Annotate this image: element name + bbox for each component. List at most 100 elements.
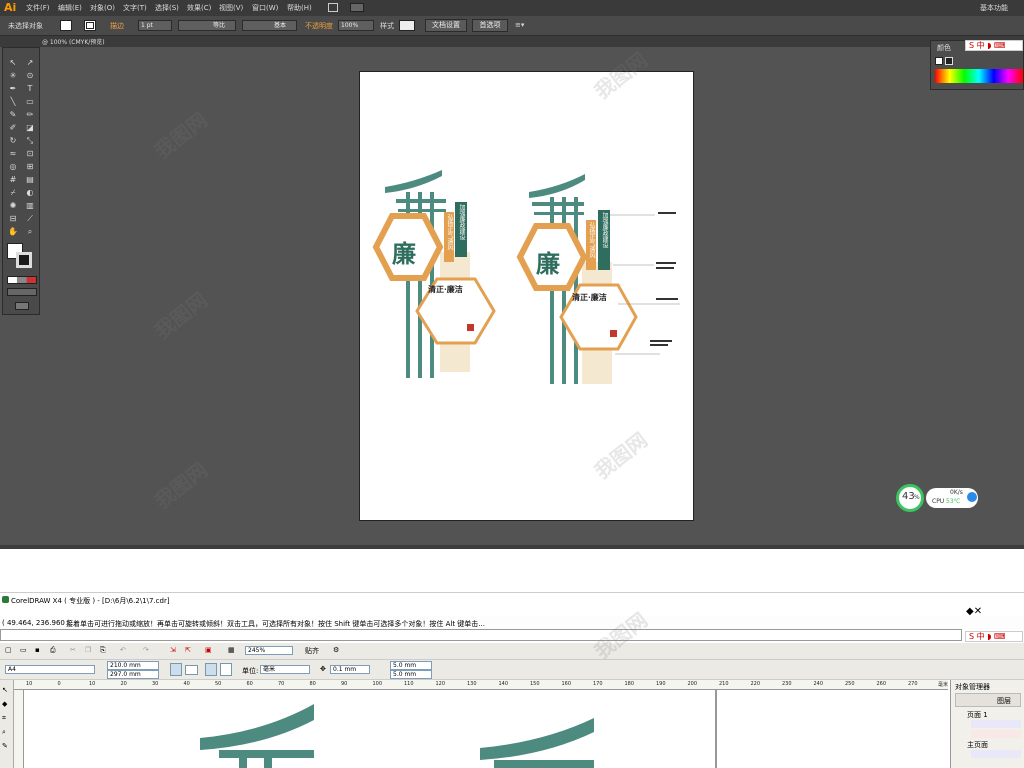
preferences-button[interactable]: 首选项 [472, 19, 508, 32]
line-tool-icon[interactable]: ╲ [6, 96, 20, 107]
fill-swatch[interactable] [60, 20, 72, 31]
nudge-field[interactable]: 0.1 mm [330, 665, 370, 674]
units-select[interactable]: 毫米 [260, 665, 310, 674]
freehand-tool-icon[interactable]: ✎ [2, 742, 8, 750]
object-manager-toolbar[interactable] [955, 693, 1021, 707]
graph-tool-icon[interactable]: ▥ [23, 200, 37, 211]
arrange-icon[interactable] [350, 3, 364, 12]
duplicate-y-field[interactable]: 5.0 mm [390, 670, 432, 679]
master-page-node[interactable]: 主页面 [967, 740, 988, 750]
eraser-icon[interactable]: ◪ [23, 122, 37, 133]
color-spectrum[interactable] [935, 69, 1023, 83]
opacity-field[interactable]: 100% [338, 20, 374, 31]
menu-type[interactable]: 文字(T) [123, 3, 147, 13]
color-panel-tab[interactable]: 颜色 [937, 43, 951, 53]
menu-help[interactable]: 帮助(H) [287, 3, 312, 13]
new-icon[interactable]: ▢ [5, 646, 12, 654]
free-transform-icon[interactable]: ⊡ [23, 148, 37, 159]
export-icon[interactable]: ⇱ [185, 646, 191, 654]
color-panel-stroke-swatch[interactable] [945, 57, 953, 65]
page-size-select[interactable]: A4 [5, 665, 95, 674]
symbol-sprayer-icon[interactable]: ✺ [6, 200, 20, 211]
mesh-tool-icon[interactable]: # [6, 174, 20, 185]
slice-tool-icon[interactable]: ⟋ [23, 213, 37, 224]
eyedropper-icon[interactable]: ⌿ [6, 187, 20, 198]
duplicate-x-field[interactable]: 5.0 mm [390, 661, 432, 670]
import-icon[interactable]: ⇲ [170, 646, 176, 654]
layer-row-2[interactable] [971, 730, 1021, 738]
blend-tool-icon[interactable]: ◐ [23, 187, 37, 198]
ime-toolbar-bottom[interactable]: S 中 ◗ ⌨ [965, 631, 1023, 642]
draw-mode-icon[interactable] [7, 288, 37, 296]
snap-to-menu[interactable]: 贴齐 [305, 646, 319, 656]
portrait-button[interactable] [170, 663, 182, 676]
menu-select[interactable]: 选择(S) [155, 3, 179, 13]
copy-icon[interactable]: ❐ [85, 646, 91, 654]
stroke-swatch[interactable] [84, 20, 96, 31]
layer-row-1[interactable] [971, 720, 1021, 728]
doc-tab[interactable]: @ 100% (CMYK/预览) [42, 37, 105, 46]
shape-tool-icon[interactable]: ◆ [2, 700, 7, 708]
style-swatch[interactable] [399, 20, 415, 31]
cut-icon[interactable]: ✂ [70, 646, 76, 654]
align-menu-icon[interactable]: ≡▾ [515, 21, 524, 29]
magic-wand-icon[interactable]: ✳ [6, 70, 20, 81]
all-pages-button[interactable] [205, 663, 217, 676]
pencil-icon[interactable]: ✏ [23, 109, 37, 120]
layer-row-3[interactable] [971, 750, 1021, 758]
warp-tool-icon[interactable]: ≈ [6, 148, 20, 159]
page-1-node[interactable]: 页面 1 [967, 710, 988, 720]
color-panel-fill-swatch[interactable] [935, 57, 943, 65]
rectangle-tool-icon[interactable]: ▭ [23, 96, 37, 107]
color-mode-icon[interactable] [7, 276, 37, 284]
screen-mode-icon[interactable] [15, 302, 29, 310]
cdr-text-entry[interactable] [0, 629, 962, 641]
paintbrush-icon[interactable]: ✎ [6, 109, 20, 120]
stroke-profile-select[interactable]: 等比 [178, 20, 236, 31]
stroke-weight-field[interactable]: 1 pt [138, 20, 172, 31]
undo-icon[interactable]: ↶ [120, 646, 126, 654]
zoom-tool-icon[interactable]: ⌕ [23, 226, 37, 237]
pick-tool-icon[interactable]: ↖ [2, 686, 8, 694]
workspace-switcher[interactable]: 基本功能 [980, 3, 1008, 13]
menu-window[interactable]: 窗口(W) [252, 3, 278, 13]
blob-brush-icon[interactable]: ✐ [6, 122, 20, 133]
speed-widget[interactable]: 43 % 0K/s CPU 53℃ [896, 484, 980, 512]
gradient-tool-icon[interactable]: ▤ [23, 174, 37, 185]
perspective-grid-icon[interactable]: ⊞ [23, 161, 37, 172]
menu-object[interactable]: 对象(O) [90, 3, 115, 13]
pen-tool-icon[interactable]: ✒ [6, 83, 20, 94]
paste-icon[interactable]: ⎘ [100, 646, 106, 655]
corel-online-icon[interactable]: ▦ [228, 646, 235, 654]
zoom-tool-cdr-icon[interactable]: ⌕ [2, 728, 6, 737]
artboard-tool-icon[interactable]: ⊟ [6, 213, 20, 224]
app-launcher-icon[interactable]: ▣ [205, 646, 212, 654]
current-page-button[interactable] [220, 663, 232, 676]
doc-setup-button[interactable]: 文档设置 [425, 19, 467, 32]
scale-tool-icon[interactable]: ⤡ [23, 135, 37, 146]
page-width-field[interactable]: 210.0 mm [107, 661, 159, 670]
opacity-label[interactable]: 不透明度 [305, 21, 333, 31]
landscape-button[interactable] [185, 665, 198, 675]
crop-tool-icon[interactable]: ⌗ [2, 714, 6, 723]
selection-tool-icon[interactable]: ↖ [6, 57, 20, 68]
menu-edit[interactable]: 编辑(E) [58, 3, 82, 13]
hand-tool-icon[interactable]: ✋ [6, 226, 20, 237]
bridge-icon[interactable] [328, 3, 338, 12]
type-tool-icon[interactable]: T [23, 83, 37, 94]
options-icon[interactable]: ⚙ [333, 646, 339, 654]
save-icon[interactable]: ▪ [35, 646, 40, 654]
redo-icon[interactable]: ↷ [143, 646, 149, 654]
open-icon[interactable]: ▭ [20, 646, 27, 654]
menu-effect[interactable]: 效果(C) [187, 3, 211, 13]
page-height-field[interactable]: 297.0 mm [107, 670, 159, 679]
menu-file[interactable]: 文件(F) [26, 3, 50, 13]
lasso-icon[interactable]: ⊙ [23, 70, 37, 81]
zoom-level-select[interactable]: 245% [245, 646, 293, 655]
brush-select[interactable]: 基本 [242, 20, 297, 31]
ime-toolbar-top[interactable]: S 中 ◗ ⌨ [965, 40, 1023, 51]
stroke-color-box[interactable] [16, 252, 32, 268]
print-icon[interactable]: ⎙ [50, 646, 56, 655]
stroke-label[interactable]: 描边 [110, 21, 124, 31]
rotate-tool-icon[interactable]: ↻ [6, 135, 20, 146]
